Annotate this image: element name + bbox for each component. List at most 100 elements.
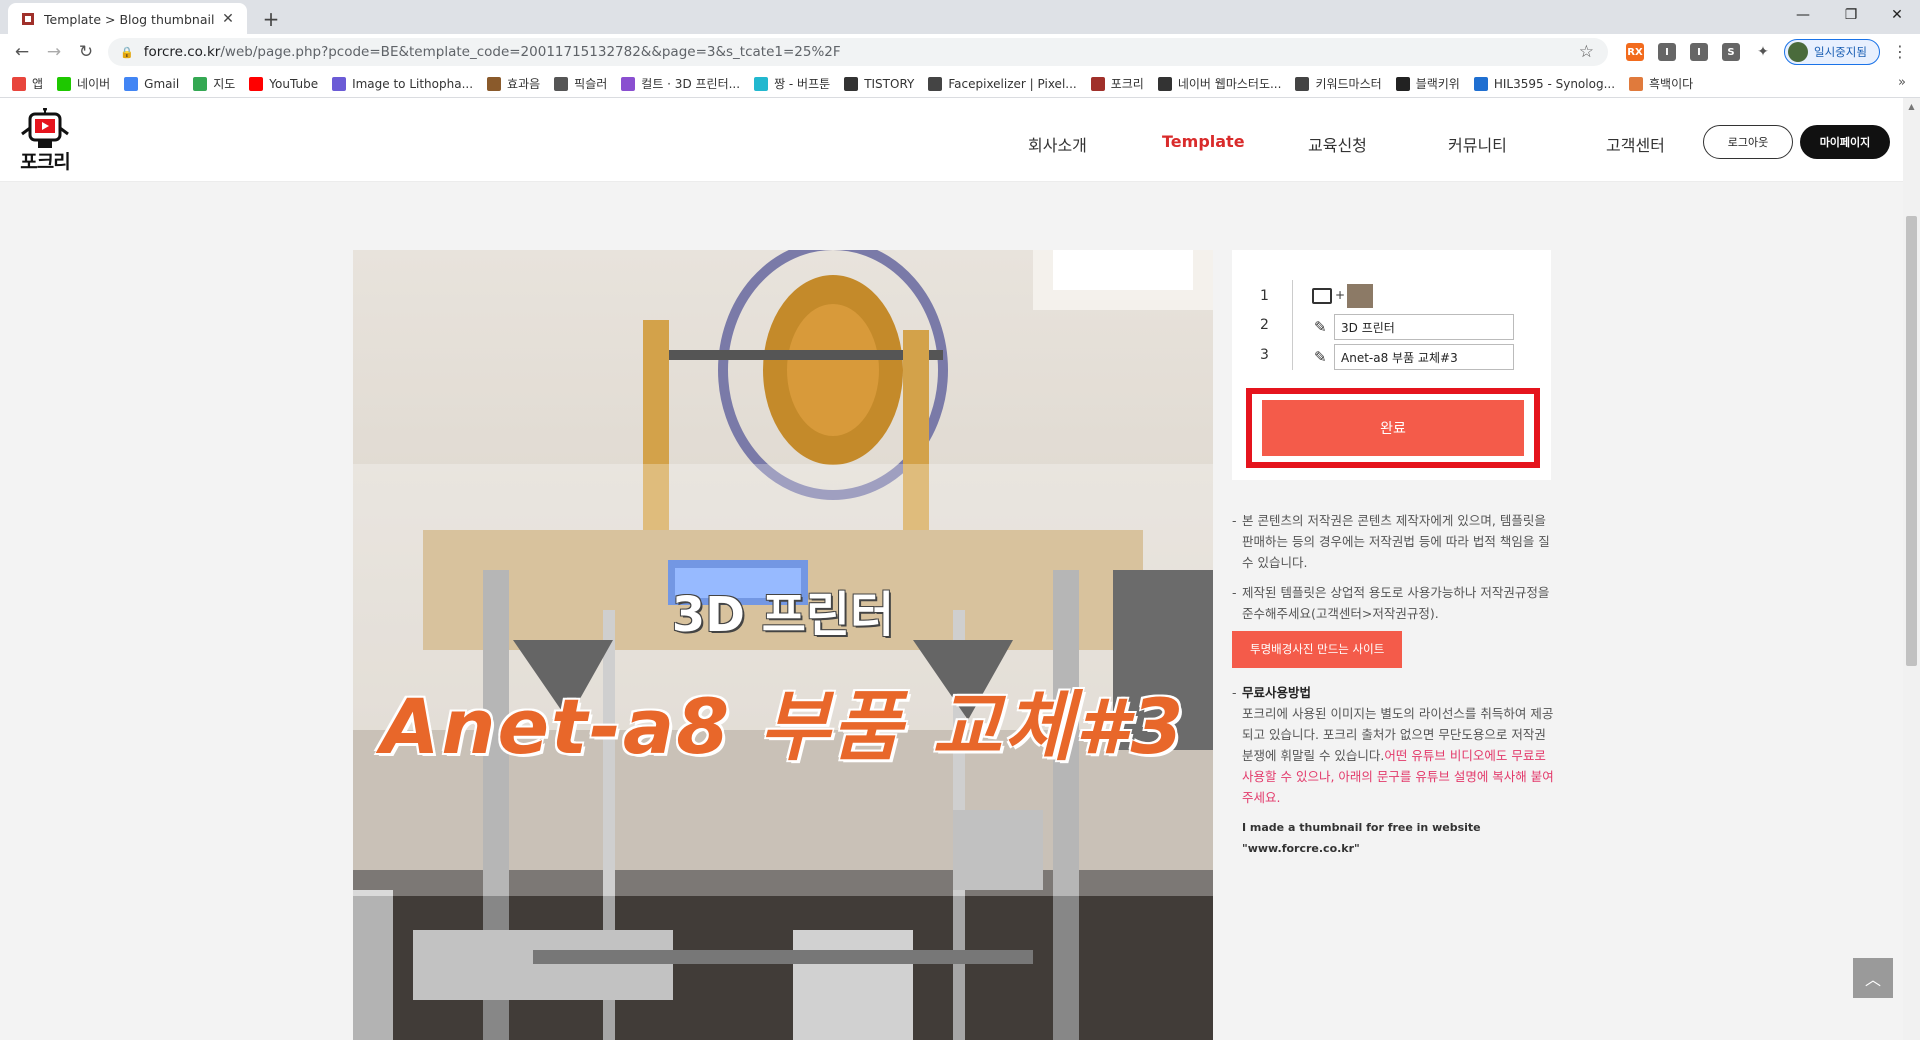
tab-close-icon[interactable]: ✕ — [219, 10, 237, 28]
chevron-up-icon: ︿ — [1864, 970, 1881, 989]
nav-company[interactable]: 회사소개 — [1028, 132, 1087, 156]
bookmark-item[interactable]: 픽슬러 — [554, 75, 607, 92]
free-usage-note: - 무료사용방법 포크리에 사용된 이미지는 별도의 라이선스를 취득하여 제공되… — [1232, 685, 1554, 805]
nav-community[interactable]: 커뮤니티 — [1448, 132, 1507, 156]
site-header: 포크리 회사소개 Template 교육신청 커뮤니티 고객센터 로그아웃 마이… — [0, 98, 1903, 182]
bookmark-item[interactable]: 포크리 — [1090, 75, 1144, 92]
bookmark-item[interactable]: 효과음 — [487, 75, 540, 92]
bookmark-item[interactable]: 블랙키위 — [1395, 75, 1460, 92]
google-icon — [124, 76, 139, 91]
photo-preview-icon[interactable] — [1347, 284, 1373, 308]
profile-button[interactable]: 일시중지됨 — [1784, 39, 1880, 65]
image-icon[interactable] — [1312, 288, 1332, 304]
sound-icon — [487, 76, 502, 91]
forcre-logo[interactable]: 포크리 — [14, 107, 76, 174]
extension-i-icon[interactable]: I — [1658, 43, 1676, 61]
bookmark-label: 키워드마스터 — [1315, 77, 1382, 91]
avatar — [1788, 42, 1808, 62]
thumbnail-title-line1: 3D 프린터 — [671, 587, 895, 643]
naver-icon — [57, 76, 72, 91]
restore-button[interactable]: ❐ — [1828, 0, 1874, 30]
scroll-thumb[interactable] — [1906, 216, 1917, 666]
dsm-icon — [1473, 76, 1488, 91]
nav-education[interactable]: 교육신청 — [1308, 132, 1367, 156]
bookmark-star-icon[interactable]: ☆ — [1579, 42, 1594, 62]
extension-i2-icon[interactable]: I — [1690, 43, 1708, 61]
bookmark-label: 효과음 — [507, 77, 541, 91]
bookmark-item[interactable]: HIL3595 - Synolog... — [1473, 76, 1616, 91]
bookmark-item[interactable]: YouTube — [249, 76, 318, 91]
bookmark-item[interactable]: 흑백이다 — [1629, 75, 1693, 92]
mypage-button[interactable]: 마이페이지 — [1800, 125, 1890, 159]
nav-customer-center[interactable]: 고객센터 — [1606, 132, 1665, 156]
forward-icon[interactable]: → — [40, 38, 68, 66]
bookmark-item[interactable]: 네이버 웹마스터도... — [1157, 75, 1282, 92]
youtube-icon — [249, 76, 264, 91]
bookmark-item[interactable]: 컬트 · 3D 프린터... — [621, 75, 740, 92]
browser-toolbar: ← → ↻ 🔒 forcre.co.kr/web/page.php?pcode=… — [0, 34, 1920, 70]
bottom-band-overlay — [353, 896, 1213, 1040]
close-window-button[interactable]: ✕ — [1874, 0, 1920, 30]
bookmark-item[interactable]: 짱 - 버프툰 — [754, 75, 830, 92]
title-line2-input[interactable] — [1334, 344, 1514, 370]
cults-icon — [621, 76, 636, 91]
bookmark-label: 픽슬러 — [574, 77, 608, 91]
bookmark-label: HIL3595 - Synolog... — [1493, 76, 1616, 91]
thumbnail-title-line2: Anet-a8 부품 교체#3 — [380, 682, 1186, 771]
facepix-icon — [928, 76, 943, 91]
reload-icon[interactable]: ↻ — [72, 38, 100, 66]
back-icon[interactable]: ← — [8, 38, 36, 66]
title-line1-input[interactable] — [1334, 314, 1514, 340]
commercial-note: - 제작된 템플릿은 상업적 용도로 사용가능하나 저작권규정을 준수해주세요(고… — [1232, 585, 1550, 621]
usage-notes: -본 콘텐츠의 저작권은 콘텐츠 제작자에게 있으며, 템플릿을 판매하는 등의… — [1232, 510, 1557, 859]
new-tab-button[interactable]: + — [258, 6, 284, 32]
extensions-puzzle-icon[interactable]: ✦ — [1754, 43, 1772, 61]
url-host: forcre.co.kr — [143, 44, 221, 60]
bw-icon — [1629, 76, 1644, 91]
bookmark-item[interactable]: 키워드마스터 — [1295, 75, 1382, 92]
logo-text: 포크리 — [20, 151, 70, 173]
pixlr-icon — [554, 76, 569, 91]
bookmark-item[interactable]: TISTORY — [844, 76, 914, 91]
row-number: 2 — [1260, 317, 1269, 333]
row-number: 3 — [1260, 347, 1269, 363]
tab-title: Template > Blog thumbnail | 포 — [44, 12, 219, 27]
webmaster-icon — [1157, 76, 1172, 91]
page-scrollbar[interactable]: ▲ — [1903, 98, 1920, 1040]
bookmark-item[interactable]: Facepixelizer | Pixel... — [928, 76, 1077, 91]
bookmark-item[interactable]: 앱 — [12, 75, 43, 92]
done-button[interactable]: 완료 — [1262, 400, 1524, 456]
copyright-text: 본 콘텐츠의 저작권은 콘텐츠 제작자에게 있으며, 템플릿을 판매하는 등의 … — [1242, 513, 1550, 570]
bookmark-item[interactable]: 지도 — [193, 75, 235, 92]
keyword-icon — [1295, 76, 1310, 91]
bookmark-label: Image to Lithopha... — [352, 76, 474, 91]
editor-row-text1: 2 ✎ — [1232, 313, 1551, 340]
bookmark-label: 짱 - 버프툰 — [774, 77, 831, 91]
back-to-top-button[interactable]: ︿ — [1853, 958, 1893, 998]
forcre-favicon-icon — [20, 11, 36, 27]
nav-template[interactable]: Template — [1162, 132, 1245, 151]
bookmark-item[interactable]: 네이버 — [57, 75, 110, 92]
bookmark-label: 네이버 — [77, 77, 111, 91]
bookmark-label: 포크리 — [1110, 77, 1144, 91]
minimize-button[interactable]: — — [1780, 0, 1826, 30]
add-image-icon[interactable]: + — [1335, 288, 1345, 302]
transparent-bg-site-button[interactable]: 투명배경사진 만드는 사이트 — [1232, 631, 1403, 668]
extension-s-icon[interactable]: S — [1722, 43, 1740, 61]
more-menu-icon[interactable]: ⋮ — [1892, 42, 1908, 61]
browser-tab-strip: Template > Blog thumbnail | 포 ✕ + — ❐ ✕ — [0, 0, 1920, 34]
extension-rx-icon[interactable]: RX — [1626, 43, 1644, 61]
robot-logo-icon — [21, 107, 69, 148]
logout-button[interactable]: 로그아웃 — [1703, 125, 1793, 159]
bookmark-label: 앱 — [32, 77, 44, 91]
bookmark-label: 네이버 웹마스터도... — [1177, 77, 1282, 91]
scroll-up-icon[interactable]: ▲ — [1903, 98, 1920, 115]
bookmark-item[interactable]: Gmail — [124, 76, 179, 91]
browser-tab[interactable]: Template > Blog thumbnail | 포 ✕ — [8, 3, 247, 34]
bookmark-item[interactable]: Image to Lithopha... — [332, 76, 474, 91]
copyright-note: -본 콘텐츠의 저작권은 콘텐츠 제작자에게 있으며, 템플릿을 판매하는 등의… — [1232, 513, 1550, 570]
address-bar[interactable]: 🔒 forcre.co.kr/web/page.php?pcode=BE&tem… — [108, 38, 1608, 66]
more-bookmarks-icon[interactable]: » — [1898, 75, 1906, 90]
bookmark-label: 블랙키위 — [1415, 77, 1460, 91]
editor-row-text2: 3 ✎ — [1232, 343, 1551, 370]
